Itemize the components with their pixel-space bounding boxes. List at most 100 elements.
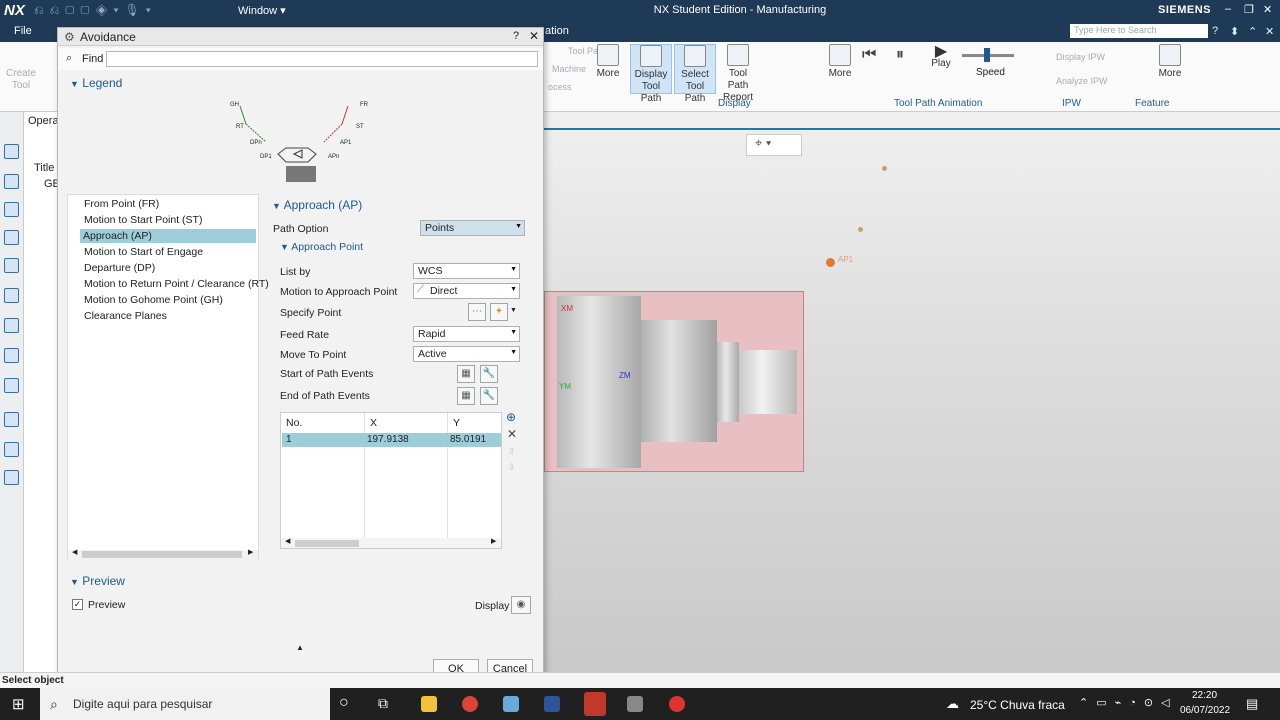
wrench-icon[interactable]: 🔧	[480, 387, 498, 405]
app-icon[interactable]	[503, 696, 519, 712]
pause-icon[interactable]: ⏸	[896, 46, 904, 64]
list-item-start-point[interactable]: Motion to Start Point (ST)	[84, 214, 202, 226]
speed-slider-thumb[interactable]	[984, 48, 990, 62]
restore-icon[interactable]: ❐	[1244, 3, 1254, 16]
list-item-start-engage[interactable]: Motion to Start of Engage	[84, 246, 203, 258]
cortana-icon[interactable]: ○	[339, 694, 349, 712]
quick-access-toolbar[interactable]: ⎌⎌▢▢◈▾🎙▾	[34, 3, 157, 18]
legend-section-header[interactable]: ▼ Legend	[70, 76, 122, 90]
user-events-icon[interactable]: ▦	[457, 365, 475, 383]
play-button[interactable]: ▶ Play	[928, 44, 954, 70]
move-up-icon[interactable]: ⇧	[508, 446, 516, 457]
more-button-1[interactable]: More	[594, 44, 622, 80]
restore-small-icon[interactable]: ⬍	[1230, 25, 1239, 38]
display-ipw-button[interactable]: Display IPW	[1056, 52, 1105, 62]
command-search-input[interactable]: Type Here to Search	[1070, 24, 1208, 38]
close-icon[interactable]: ✕	[529, 29, 539, 43]
horizontal-scrollbar[interactable]: ◀ ▶	[68, 548, 258, 559]
scrollbar-thumb[interactable]	[295, 540, 359, 547]
process-icon[interactable]	[4, 442, 19, 457]
expand-icon[interactable]: ⌃	[1248, 25, 1257, 38]
close-part-icon[interactable]: ✕	[1265, 25, 1274, 38]
snap-view-dropdown[interactable]: ⌖ ▾	[746, 134, 802, 156]
app-icon-2[interactable]	[627, 696, 643, 712]
scroll-left-icon[interactable]: ◀	[72, 548, 77, 556]
list-item-departure[interactable]: Departure (DP)	[84, 262, 155, 274]
list-item-gohome-point[interactable]: Motion to Gohome Point (GH)	[84, 294, 223, 306]
scroll-left-icon[interactable]: ◀	[285, 537, 290, 545]
tab-application[interactable]: ation	[545, 25, 569, 37]
list-item-from-point[interactable]: From Point (FR)	[84, 198, 159, 210]
find-input[interactable]	[106, 51, 538, 67]
window-menu[interactable]: Window ▾	[238, 4, 286, 17]
more-button-3[interactable]: More	[1156, 44, 1184, 80]
minimize-icon[interactable]: –	[1225, 3, 1231, 15]
rewind-icon[interactable]: ⏮	[862, 46, 876, 64]
approach-section-header[interactable]: ▼ Approach (AP)	[272, 198, 362, 212]
chrome-icon[interactable]	[462, 696, 478, 712]
tray-icons[interactable]: ⌃▭⌁◔⊙◁	[1079, 696, 1178, 709]
clock-time[interactable]: 22:20	[1192, 690, 1217, 701]
operation-navigator-icon[interactable]	[4, 144, 19, 159]
file-explorer-icon[interactable]	[421, 696, 437, 712]
tool-path-report-button[interactable]: Tool Path Report	[718, 44, 758, 104]
feed-rate-dropdown[interactable]: Rapid	[413, 326, 520, 342]
nx-taskbar-icon[interactable]	[584, 692, 606, 716]
more-button-2[interactable]: More	[826, 44, 854, 80]
gear-icon[interactable]: ⚙	[64, 30, 75, 44]
analyze-ipw-button[interactable]: Analyze IPW	[1056, 76, 1108, 86]
scrollbar-thumb[interactable]	[82, 551, 242, 558]
scroll-right-icon[interactable]: ▶	[248, 548, 253, 556]
add-point-icon[interactable]: ⊕	[506, 410, 516, 424]
table-scrollbar[interactable]: ◀ ▶	[281, 538, 501, 548]
close-window-icon[interactable]: ✕	[1263, 3, 1272, 16]
approach-point-subsection[interactable]: ▼ Approach Point	[280, 241, 363, 253]
help-icon[interactable]: ?	[1212, 25, 1218, 37]
assembly-navigator-icon[interactable]	[4, 230, 19, 245]
notifications-icon[interactable]: ▤	[1246, 696, 1258, 712]
select-tool-path-button[interactable]: Select Tool Path	[674, 44, 716, 104]
preview-section-header[interactable]: ▼ Preview	[70, 574, 125, 588]
stock-body[interactable]: XM YM ZM	[544, 291, 804, 472]
clock-date[interactable]: 06/07/2022	[1180, 705, 1230, 716]
create-tool-button[interactable]: Create Tool	[2, 68, 40, 92]
point-dialog-icon[interactable]: ⋯	[468, 303, 486, 321]
windows-start-icon[interactable]: ⊞	[12, 695, 25, 713]
reuse-icon[interactable]	[4, 470, 19, 485]
clock-icon[interactable]	[4, 412, 19, 427]
user-events-icon[interactable]: ▦	[457, 387, 475, 405]
preview-checkbox[interactable]: ✓	[72, 599, 83, 610]
help-icon[interactable]: ?	[513, 30, 519, 42]
task-view-icon[interactable]: ⧉	[378, 695, 388, 712]
library-icon[interactable]	[4, 348, 19, 363]
move-to-point-dropdown[interactable]: Active	[413, 346, 520, 362]
list-by-dropdown[interactable]: WCS	[413, 263, 520, 279]
search-icon[interactable]: ⌕	[1194, 23, 1200, 36]
settings-icon[interactable]	[4, 318, 19, 333]
scroll-right-icon[interactable]: ▶	[491, 537, 496, 545]
file-menu[interactable]: File	[14, 25, 32, 37]
list-item-return-point[interactable]: Motion to Return Point / Clearance (RT)	[84, 278, 269, 290]
list-item-clearance-planes[interactable]: Clearance Planes	[84, 310, 167, 322]
taskbar-search[interactable]: Digite aqui para pesquisar	[40, 688, 330, 720]
roles-icon[interactable]	[4, 288, 19, 303]
move-down-icon[interactable]: ⇩	[508, 462, 516, 473]
machine-tool-navigator-icon[interactable]	[4, 174, 19, 189]
collapse-dialog-icon[interactable]: ▲	[296, 643, 304, 652]
word-icon[interactable]	[544, 696, 560, 712]
recorder-icon[interactable]	[669, 696, 685, 712]
approach-point-marker[interactable]	[826, 258, 835, 267]
motion-dropdown[interactable]: Direct	[413, 283, 520, 299]
display-eye-icon[interactable]: ◉	[511, 596, 531, 614]
weather-text[interactable]: 25°C Chuva fraca	[970, 698, 1065, 712]
delete-point-icon[interactable]: ✕	[507, 427, 517, 441]
display-tool-path-button[interactable]: Display Tool Path	[630, 44, 672, 104]
part-navigator-icon[interactable]	[4, 202, 19, 217]
history-icon[interactable]	[4, 258, 19, 273]
wrench-icon[interactable]: 🔧	[480, 365, 498, 383]
path-option-dropdown[interactable]: Points	[420, 220, 525, 236]
list-item-approach[interactable]: Approach (AP)	[80, 229, 256, 243]
web-browser-icon[interactable]	[4, 378, 19, 393]
inferred-point-icon[interactable]: ✦	[490, 303, 508, 321]
point-options-icon[interactable]: ▼	[510, 307, 517, 314]
